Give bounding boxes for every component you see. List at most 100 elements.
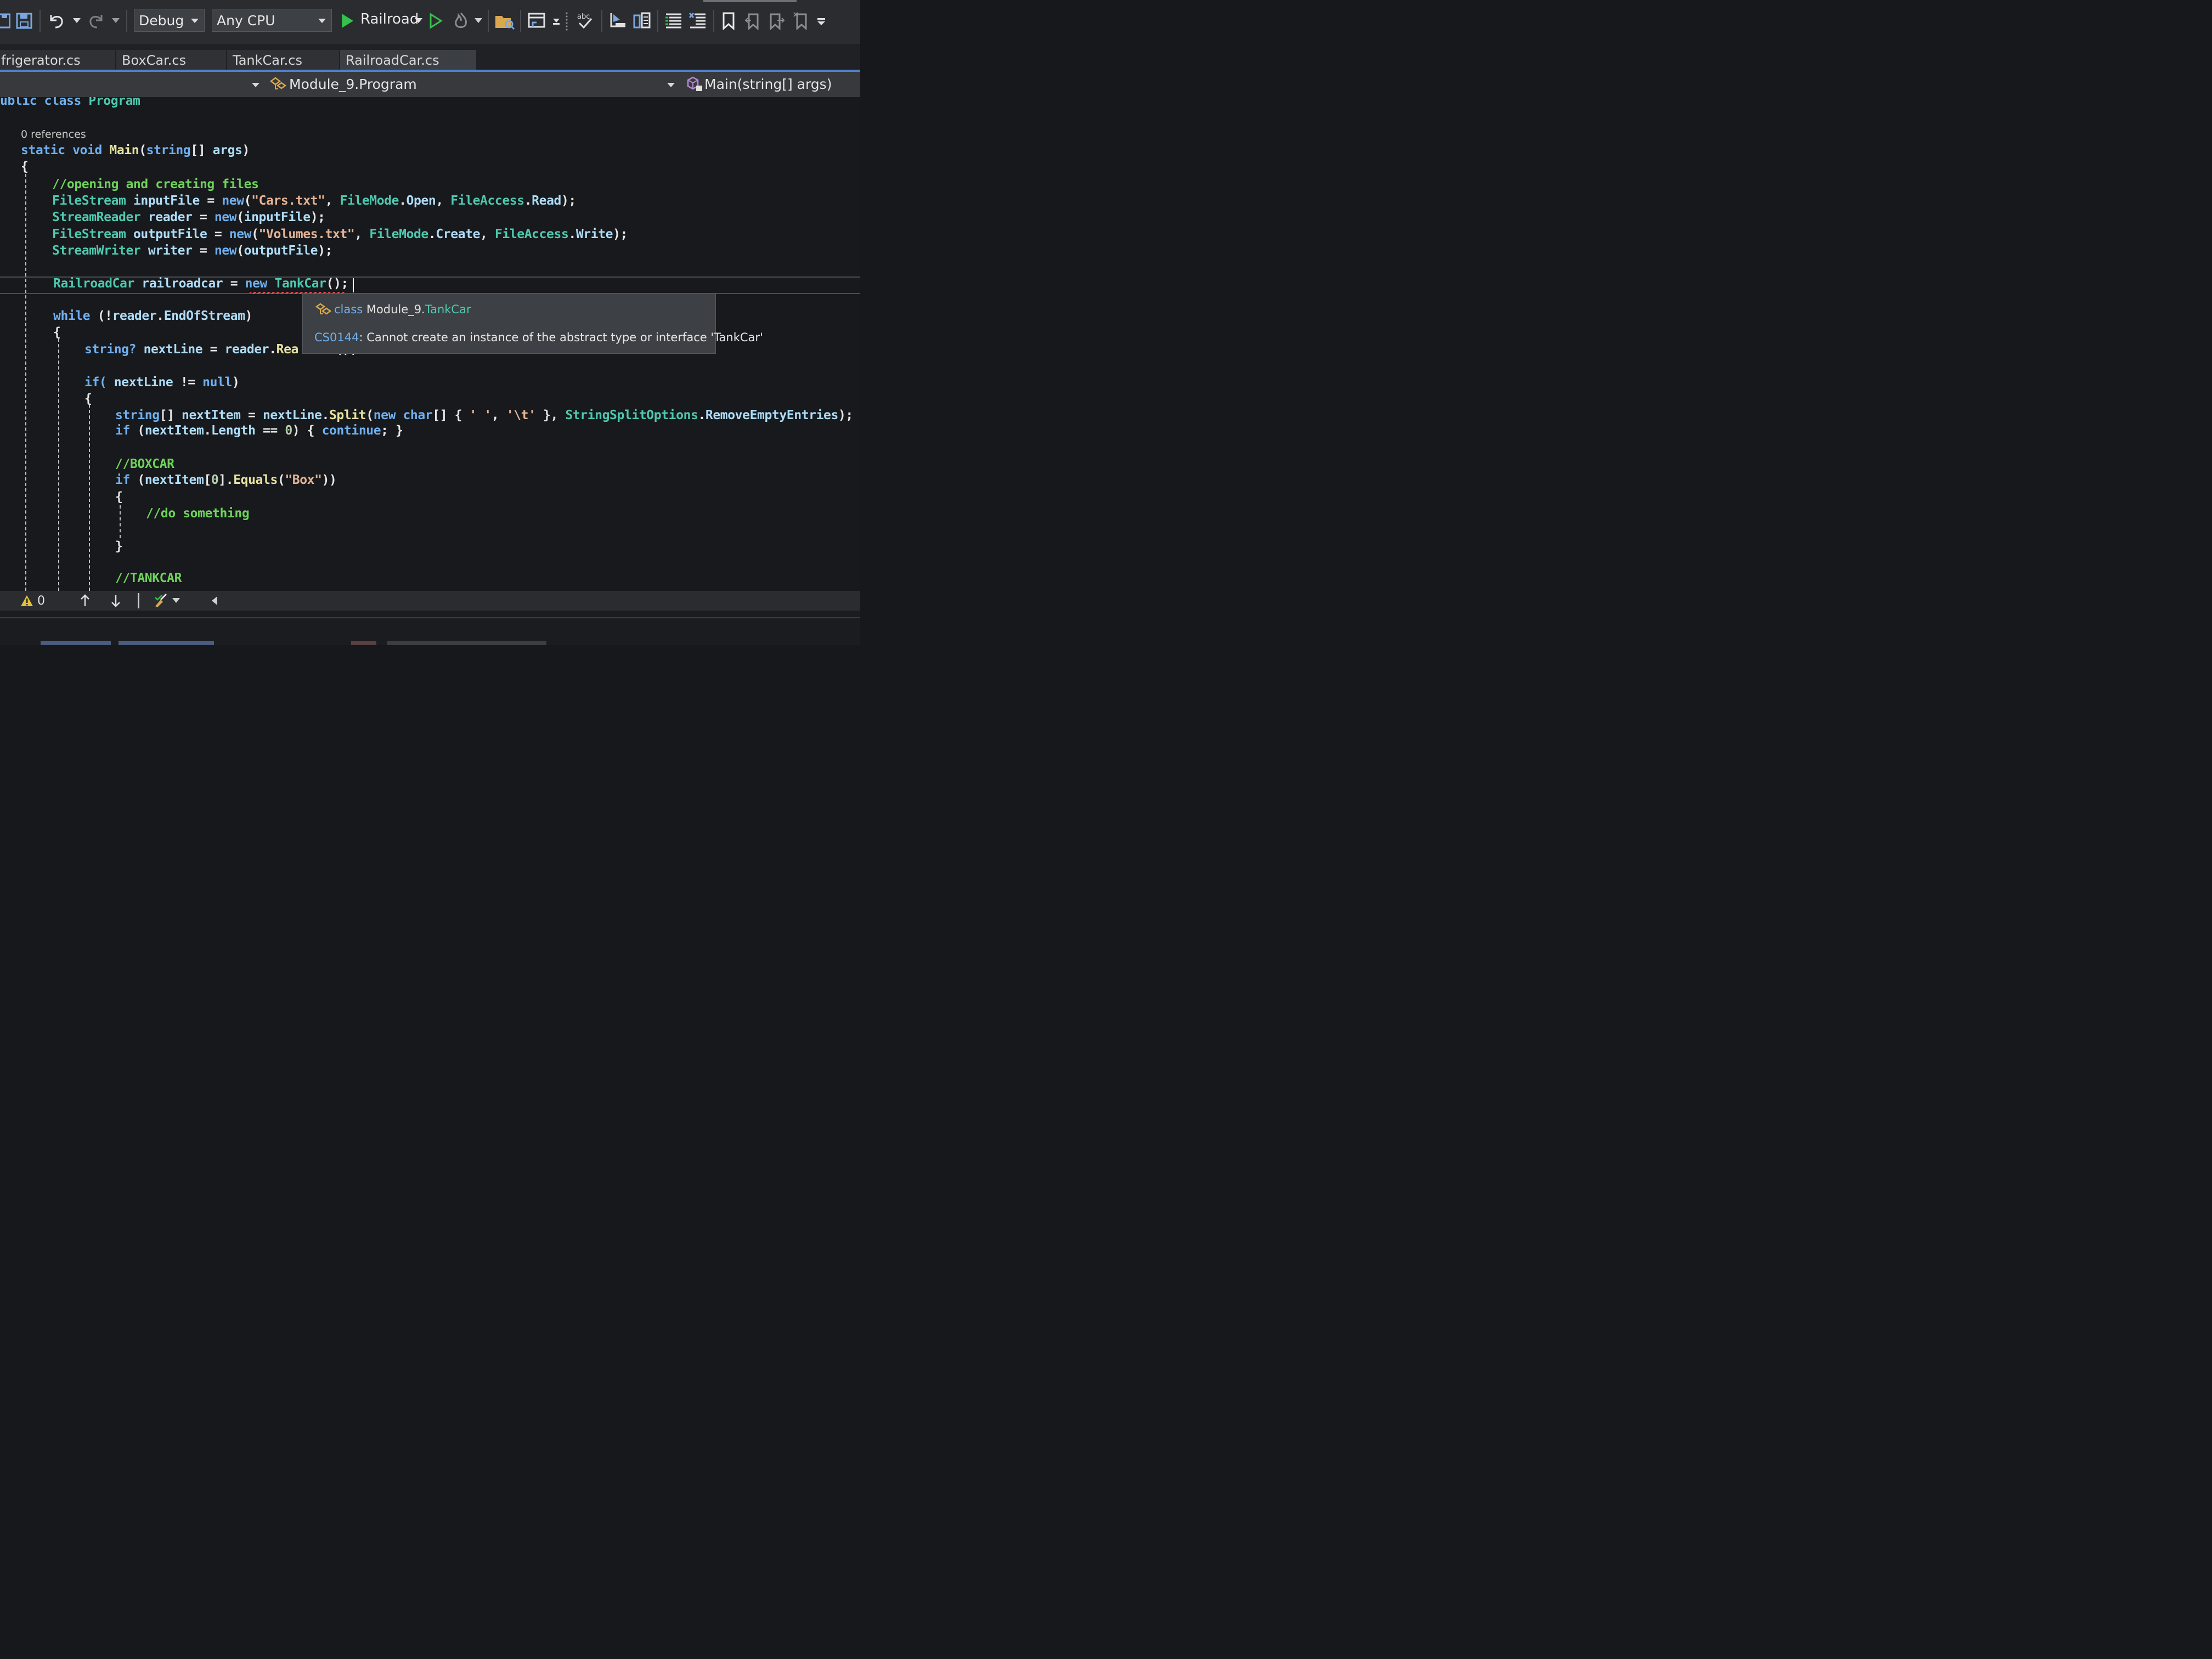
clear-bookmarks-icon[interactable]	[791, 8, 811, 34]
panel-divider	[0, 617, 860, 618]
solution-configuration-combo[interactable]: Debug	[134, 9, 205, 32]
code-type: FileStream	[52, 194, 126, 208]
tooltip-error: CS0144: Cannot create an instance of the…	[314, 331, 763, 344]
code-punctuation: (	[251, 227, 259, 241]
code-line-comment: //TANKCAR	[115, 570, 182, 586]
code-line-class-decl: ublic class Program	[0, 97, 140, 109]
toolbar-separator	[40, 10, 41, 32]
code-punctuation: {	[115, 490, 123, 504]
solution-platform-combo[interactable]: Any CPU	[212, 9, 332, 32]
chevron-down-icon	[191, 19, 199, 23]
code-cleanup-dropdown-icon[interactable]	[171, 593, 181, 608]
code-punctuation: =	[240, 408, 263, 422]
code-punctuation: ();	[326, 276, 349, 291]
code-punctuation: (	[244, 194, 252, 208]
code-identifier: inputFile	[133, 194, 200, 208]
step-into-specific-icon[interactable]	[607, 8, 629, 34]
code-keyword: new	[214, 244, 237, 258]
uncomment-lines-icon[interactable]	[687, 8, 709, 34]
overflow-dropdown-icon[interactable]	[551, 8, 562, 34]
code-keyword: static	[21, 143, 65, 157]
indent-guide	[89, 404, 90, 591]
codelens-references[interactable]: 0 references	[21, 128, 86, 140]
code-punctuation: ,	[480, 227, 495, 241]
indent-guide	[25, 174, 26, 591]
code-cleanup-icon[interactable]	[153, 592, 169, 609]
code-keyword: string	[146, 143, 191, 157]
toolbar-options-icon[interactable]	[815, 8, 827, 34]
code-identifier: nextLine	[262, 408, 322, 422]
code-line-main-signature: static void Main(string[] args)	[21, 142, 250, 159]
tab-refrigerator[interactable]: frigerator.cs	[0, 50, 115, 71]
code-punctuation: ) {	[292, 424, 322, 438]
toolbar-grip[interactable]	[563, 8, 571, 34]
warnings-count[interactable]: 0	[37, 594, 45, 608]
undo-dropdown-icon[interactable]	[71, 8, 82, 34]
method-icon	[686, 76, 704, 95]
bottom-tab-indicator[interactable]	[387, 641, 546, 645]
code-punctuation: );	[310, 210, 325, 224]
code-keyword: if	[115, 424, 130, 438]
code-punctuation: =	[202, 342, 225, 357]
open-folder-icon[interactable]	[494, 8, 516, 34]
start-debugging-icon[interactable]	[339, 8, 356, 34]
comment-lines-icon[interactable]	[663, 8, 685, 34]
code-identifier: writer	[148, 244, 193, 258]
code-punctuation: .	[698, 408, 706, 422]
member-scope-label[interactable]: Main(string[] args)	[704, 76, 832, 92]
code-keyword: string?	[84, 342, 137, 357]
code-line-if-null: if( nextLine != null)	[84, 374, 240, 391]
error-message: : Cannot create an instance of the abstr…	[359, 331, 763, 344]
start-target-dropdown-icon[interactable]	[413, 8, 424, 34]
error-code-link[interactable]: CS0144	[314, 331, 359, 344]
next-bookmark-icon[interactable]	[767, 8, 787, 34]
tab-label: frigerator.cs	[1, 53, 81, 68]
indent-guide	[120, 505, 121, 538]
code-identifier: Read	[532, 194, 561, 208]
code-identifier: reader	[148, 210, 193, 224]
redo-dropdown-icon[interactable]	[110, 8, 121, 34]
arrow-up-icon[interactable]	[78, 593, 92, 608]
start-without-debugging-icon[interactable]	[427, 8, 444, 34]
toggle-bookmark-icon[interactable]	[719, 8, 738, 34]
previous-bookmark-icon[interactable]	[743, 8, 763, 34]
save-all-icon[interactable]	[14, 8, 34, 34]
project-dropdown-icon[interactable]	[252, 83, 259, 87]
tab-railroadcar[interactable]: RailroadCar.cs	[340, 50, 476, 71]
document-tab-well: frigerator.cs BoxCar.cs TankCar.cs Railr…	[0, 44, 860, 71]
code-line-split: string[] nextItem = nextLine.Split(new c…	[115, 407, 853, 424]
redo-icon[interactable]	[87, 8, 106, 34]
save-icon[interactable]	[0, 8, 12, 34]
type-dropdown-icon[interactable]	[667, 83, 675, 87]
code-punctuation: [	[204, 473, 211, 487]
code-identifier: railroadcar	[142, 276, 223, 291]
arrow-down-icon[interactable]	[109, 593, 123, 608]
code-punctuation: !=	[173, 375, 203, 390]
code-type: RailroadCar	[53, 276, 134, 291]
navigation-bar: Module_9.Program Main(string[] args)	[0, 72, 860, 98]
class-icon	[315, 302, 332, 320]
code-comment: //opening and creating files	[52, 177, 259, 191]
code-punctuation: {	[21, 160, 29, 174]
type-scope-label[interactable]: Module_9.Program	[289, 76, 417, 92]
hot-reload-dropdown-icon[interactable]	[473, 8, 484, 34]
tab-boxcar[interactable]: BoxCar.cs	[116, 50, 226, 71]
warning-icon[interactable]	[20, 593, 34, 608]
bottom-tab-indicator[interactable]	[351, 641, 376, 645]
start-debugging-label[interactable]: Railroad	[360, 11, 419, 27]
show-file-icon[interactable]	[631, 8, 653, 34]
code-type: TankCar	[274, 276, 326, 291]
code-method: Rea	[276, 342, 299, 357]
toolbar-separator	[488, 10, 489, 32]
code-identifier: nextItem	[144, 424, 204, 438]
scroll-left-icon[interactable]	[208, 593, 221, 608]
bottom-tab-indicator[interactable]	[41, 641, 111, 645]
code-line-railroadcar: RailroadCar railroadcar = new TankCar();	[53, 275, 348, 292]
tab-tankcar[interactable]: TankCar.cs	[227, 50, 339, 71]
spell-check-icon[interactable]: abc	[574, 8, 596, 34]
bottom-tab-indicator[interactable]	[119, 641, 214, 645]
browser-link-icon[interactable]	[526, 8, 548, 34]
solution-configuration-value: Debug	[139, 13, 184, 29]
hot-reload-icon[interactable]	[451, 8, 471, 34]
undo-icon[interactable]	[46, 8, 66, 34]
